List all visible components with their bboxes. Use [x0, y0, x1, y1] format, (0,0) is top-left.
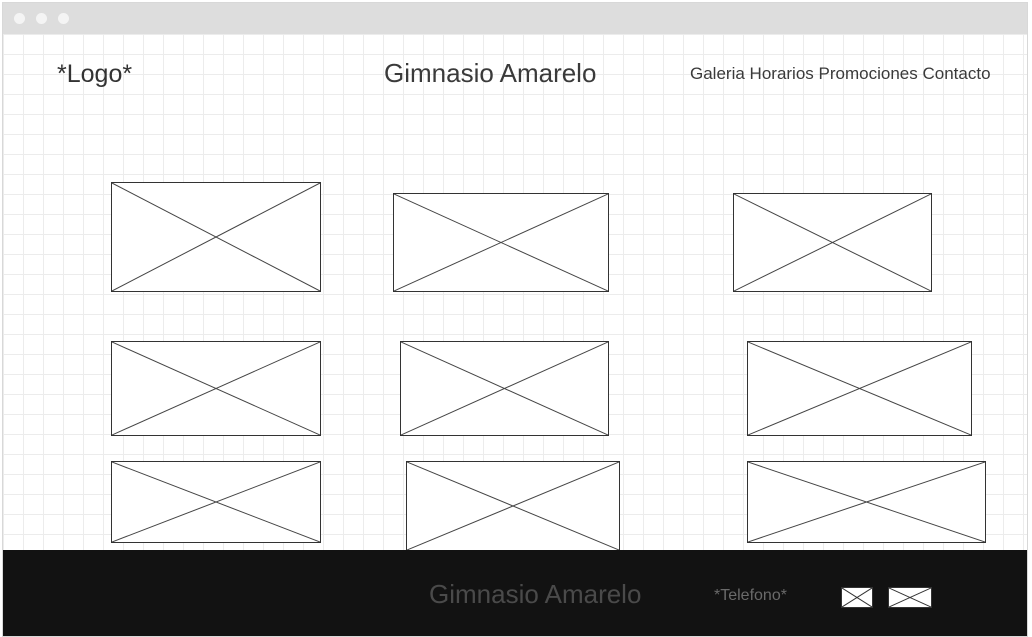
- window-titlebar: [3, 3, 1027, 34]
- image-placeholder-icon: [407, 462, 619, 550]
- gallery-image-5[interactable]: [400, 341, 609, 436]
- footer-phone: *Telefono*: [714, 587, 787, 604]
- main-nav: Galeria Horarios Promociones Contacto: [690, 64, 991, 84]
- window-minimize-dot[interactable]: [36, 13, 47, 24]
- image-placeholder-icon: [112, 462, 320, 542]
- gallery-image-8[interactable]: [406, 461, 620, 550]
- social-icon-placeholder[interactable]: [888, 587, 932, 608]
- social-icon-placeholder[interactable]: [841, 587, 873, 608]
- page-canvas: *Logo* Gimnasio Amarelo Galeria Horarios…: [3, 34, 1027, 550]
- window-close-dot[interactable]: [14, 13, 25, 24]
- image-placeholder-icon: [734, 194, 931, 291]
- nav-item-horarios[interactable]: Horarios: [750, 64, 814, 83]
- footer-title: Gimnasio Amarelo: [429, 579, 642, 609]
- image-placeholder-icon: [112, 342, 320, 435]
- image-placeholder-icon: [394, 194, 608, 291]
- nav-item-galeria[interactable]: Galeria: [690, 64, 745, 83]
- gallery-image-7[interactable]: [111, 461, 321, 543]
- gallery-image-9[interactable]: [747, 461, 986, 543]
- nav-item-contacto[interactable]: Contacto: [922, 64, 990, 83]
- image-placeholder-icon: [842, 588, 872, 607]
- image-placeholder-icon: [401, 342, 608, 435]
- gallery-image-4[interactable]: [111, 341, 321, 436]
- site-logo[interactable]: *Logo*: [57, 60, 132, 89]
- gallery-image-2[interactable]: [393, 193, 609, 292]
- nav-item-promociones[interactable]: Promociones: [819, 64, 918, 83]
- gallery-image-1[interactable]: [111, 182, 321, 292]
- gallery-image-6[interactable]: [747, 341, 972, 436]
- image-placeholder-icon: [748, 342, 971, 435]
- page-title: Gimnasio Amarelo: [384, 58, 597, 88]
- gallery-image-3[interactable]: [733, 193, 932, 292]
- page-footer: Gimnasio Amarelo *Telefono*: [3, 550, 1027, 636]
- image-placeholder-icon: [889, 588, 931, 607]
- image-placeholder-icon: [748, 462, 985, 542]
- window-maximize-dot[interactable]: [58, 13, 69, 24]
- image-placeholder-icon: [112, 183, 320, 291]
- browser-window: *Logo* Gimnasio Amarelo Galeria Horarios…: [2, 2, 1028, 637]
